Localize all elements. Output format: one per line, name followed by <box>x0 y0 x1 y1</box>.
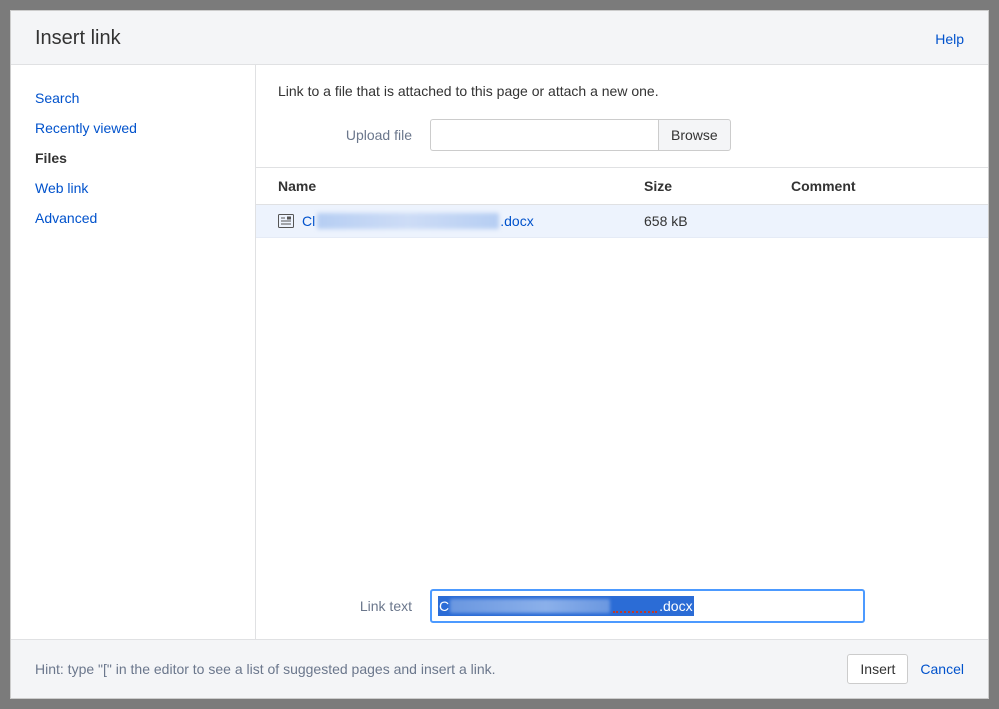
column-size: Size <box>644 178 791 194</box>
footer-actions: Insert Cancel <box>847 654 964 684</box>
column-name: Name <box>278 178 644 194</box>
dialog-body: Search Recently viewed Files Web link Ad… <box>11 65 988 639</box>
insert-link-dialog: Insert link Help Search Recently viewed … <box>10 10 989 699</box>
help-link[interactable]: Help <box>935 31 964 47</box>
panel-description: Link to a file that is attached to this … <box>278 83 966 99</box>
sidebar: Search Recently viewed Files Web link Ad… <box>11 65 256 639</box>
footer-hint: Hint: type "[" in the editor to see a li… <box>35 661 496 677</box>
document-icon <box>278 214 294 228</box>
insert-button[interactable]: Insert <box>847 654 908 684</box>
sidebar-item-advanced[interactable]: Advanced <box>11 203 255 233</box>
sidebar-item-search[interactable]: Search <box>11 83 255 113</box>
file-name-suffix: .docx <box>499 213 533 229</box>
file-name-prefix: Cl <box>302 213 317 229</box>
link-text-redacted <box>450 599 610 613</box>
spellcheck-underline <box>613 611 657 613</box>
file-table: Name Size Comment <box>256 167 988 573</box>
upload-input-group: Browse <box>430 119 731 151</box>
dialog-title: Insert link <box>35 27 121 50</box>
upload-file-input[interactable] <box>430 119 658 151</box>
file-name-redacted <box>317 213 499 229</box>
link-text-input[interactable]: C .docx <box>430 589 865 623</box>
file-size: 658 kB <box>644 213 791 229</box>
column-comment: Comment <box>791 178 966 194</box>
file-link[interactable]: Cl .docx <box>302 213 534 229</box>
link-text-suffix: .docx <box>659 598 692 614</box>
link-text-label: Link text <box>278 598 430 614</box>
upload-row: Upload file Browse <box>278 119 966 151</box>
upload-label: Upload file <box>278 127 430 143</box>
browse-button[interactable]: Browse <box>658 119 731 151</box>
sidebar-item-web-link[interactable]: Web link <box>11 173 255 203</box>
files-panel: Link to a file that is attached to this … <box>256 65 988 639</box>
sidebar-item-files[interactable]: Files <box>11 143 255 173</box>
cancel-link[interactable]: Cancel <box>920 661 964 677</box>
sidebar-item-recently-viewed[interactable]: Recently viewed <box>11 113 255 143</box>
link-text-selection: C .docx <box>438 596 694 616</box>
dialog-footer: Hint: type "[" in the editor to see a li… <box>11 639 988 698</box>
table-row[interactable]: Cl .docx 658 kB <box>256 205 988 238</box>
file-name-cell: Cl .docx <box>278 213 644 229</box>
dialog-header: Insert link Help <box>11 11 988 65</box>
table-header: Name Size Comment <box>256 168 988 205</box>
link-text-prefix: C <box>439 598 449 614</box>
link-text-row: Link text C .docx <box>278 573 966 623</box>
